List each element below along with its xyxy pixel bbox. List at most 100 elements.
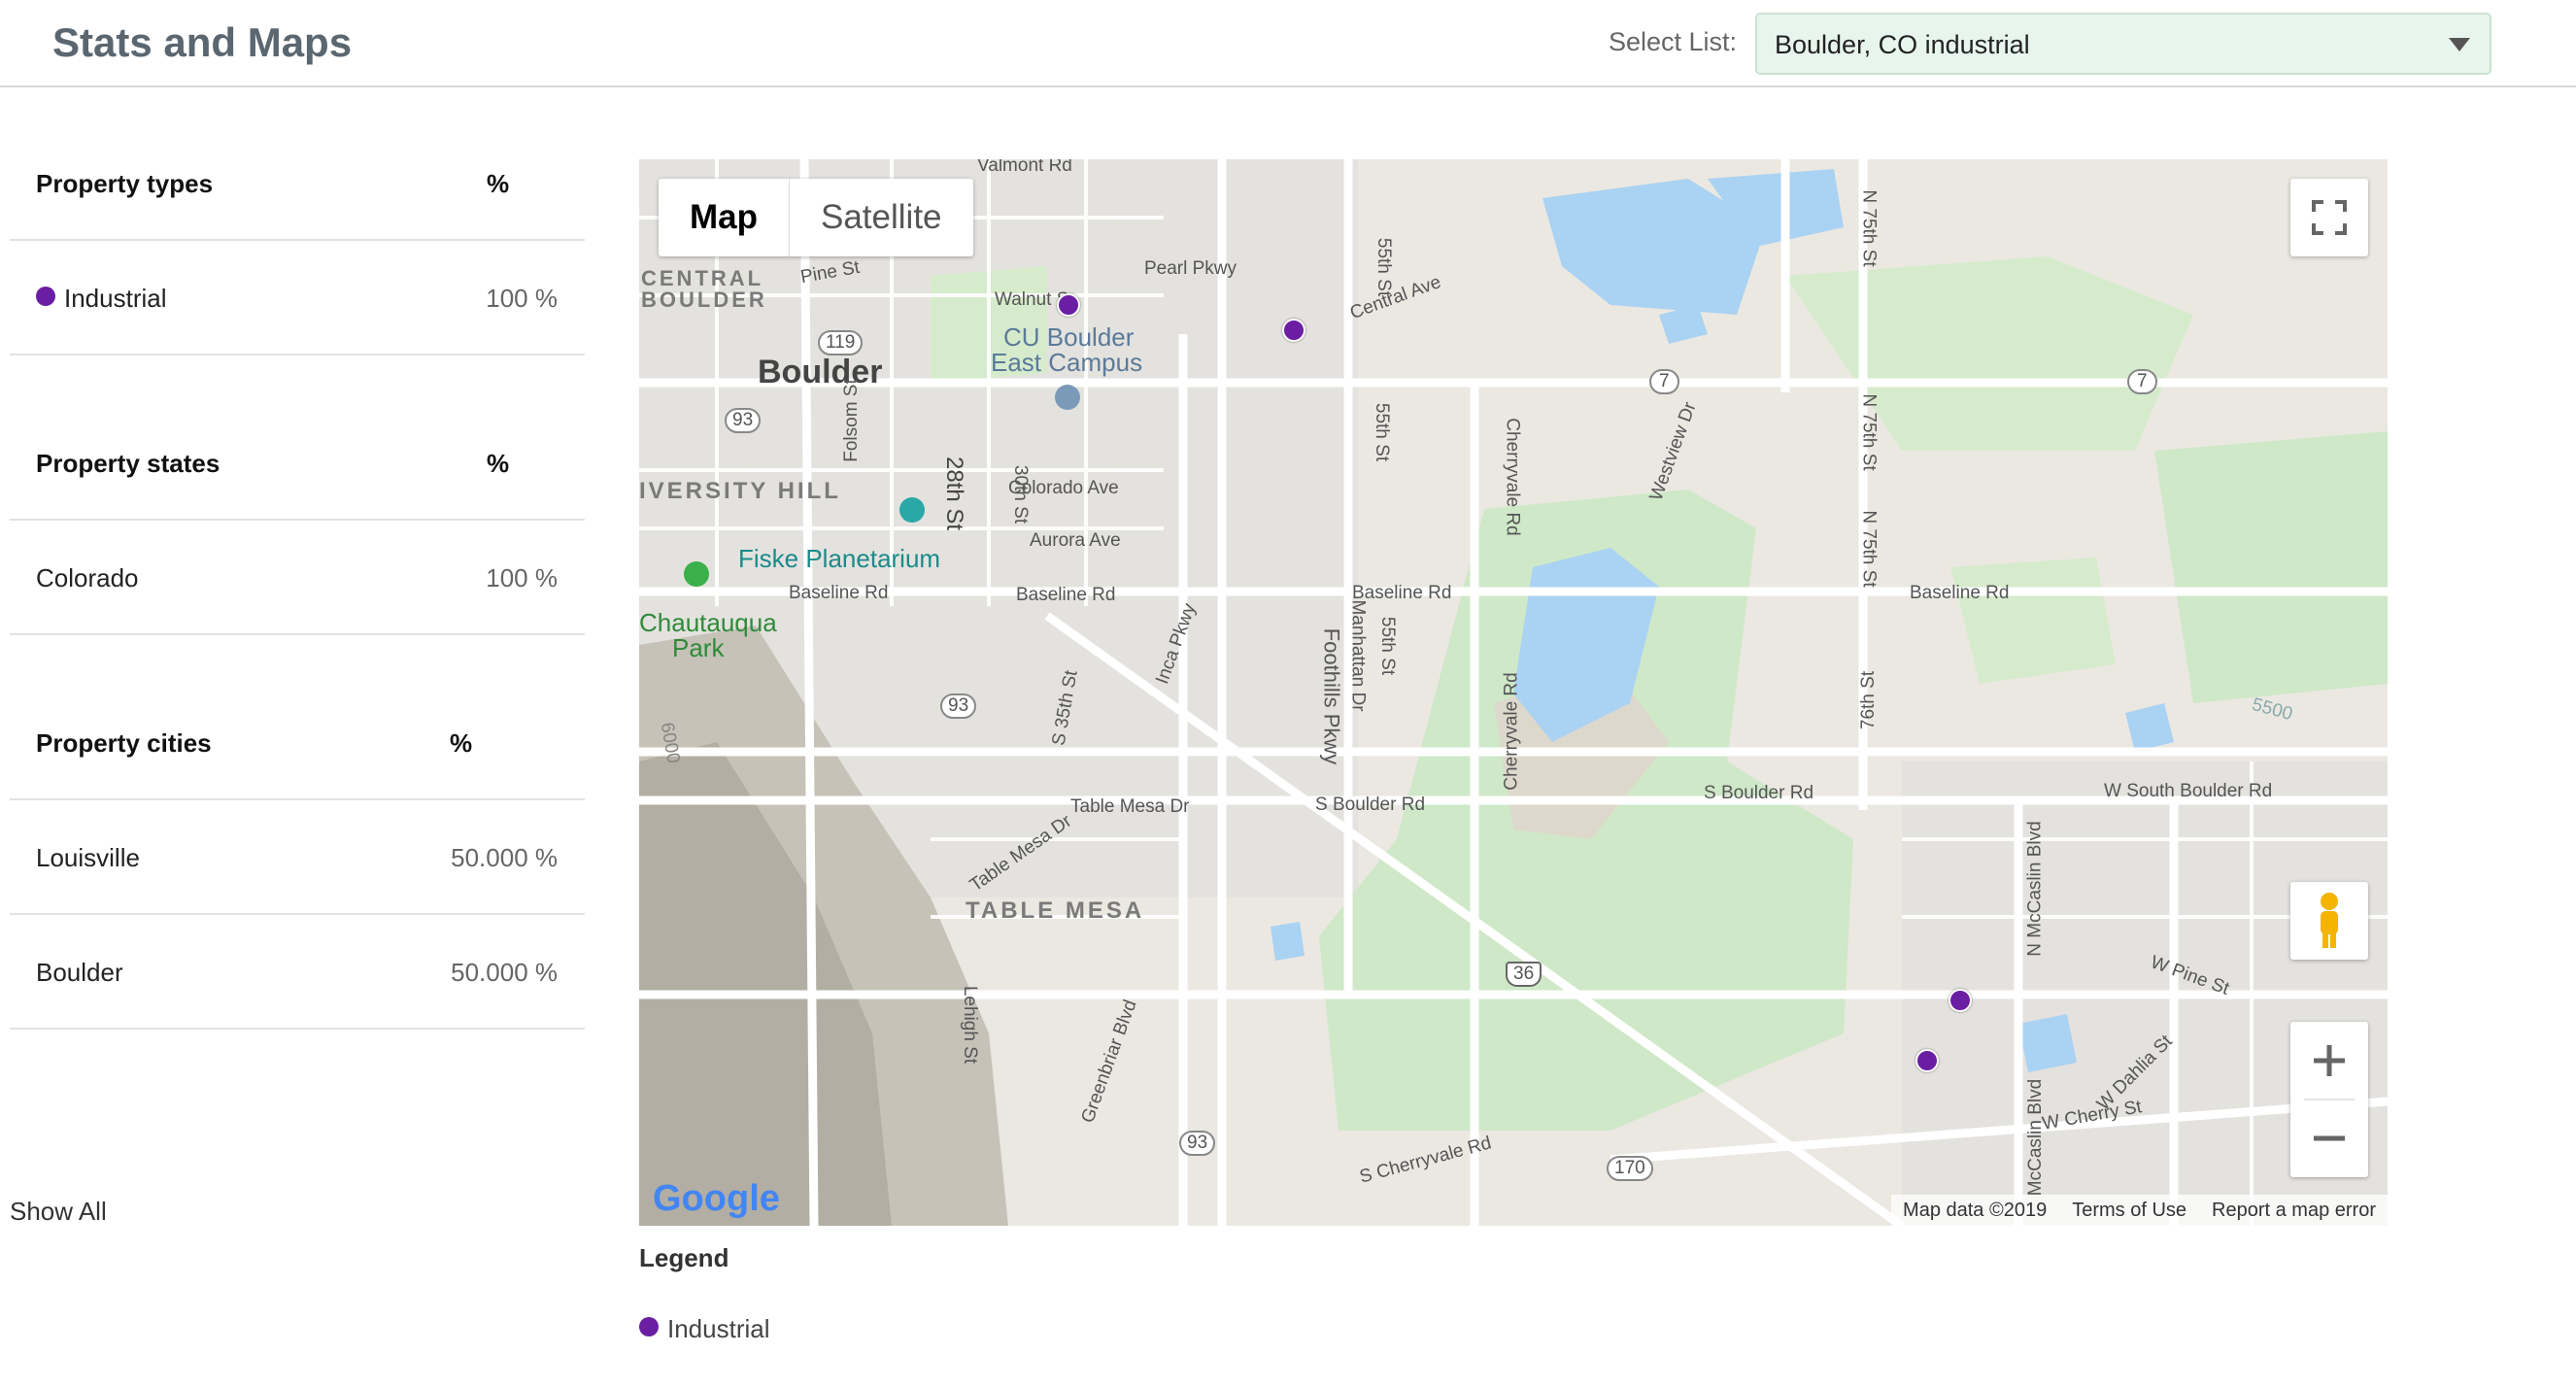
map-label-valmont-rd: Valmont Rd <box>977 159 1072 176</box>
row-label-text: Industrial <box>64 284 167 313</box>
zoom-out-button[interactable] <box>2290 1099 2368 1177</box>
map-label-55th-st: 55th St <box>1377 616 1399 676</box>
map-label-fiske-planetarium: Fiske Planetarium <box>738 544 941 573</box>
terms-of-use-link[interactable]: Terms of Use <box>2072 1195 2186 1226</box>
planetarium-icon <box>899 497 925 523</box>
table-row: Boulder 50.000 % <box>10 915 585 1030</box>
legend-item-label: Industrial <box>667 1314 770 1343</box>
park-icon <box>684 561 709 587</box>
header-bar: Stats and Maps Select List: Boulder, CO … <box>0 0 2576 87</box>
map-label-cherryvale-rd: Cherryvale Rd <box>1501 672 1522 791</box>
route-93-shield: 93 <box>940 694 977 719</box>
table-row: Colorado 100 % <box>10 521 585 635</box>
header-percent: % <box>487 449 510 478</box>
select-list-label: Select List: <box>1609 27 1738 56</box>
table-row: Industrial 100 % <box>10 241 585 355</box>
map-label-n-mccaslin-blvd: N McCaslin Blvd <box>2024 821 2046 957</box>
header-percent: % <box>450 728 473 758</box>
map-label-s-boulder-rd: S Boulder Rd <box>1315 795 1426 815</box>
map-label-w-south-boulder-rd: W South Boulder Rd <box>2104 781 2273 801</box>
map-label-folsom-st: Folsom St <box>840 379 862 462</box>
map-label-s-boulder-rd: S Boulder Rd <box>1704 783 1814 803</box>
map-data-text: Map data ©2019 <box>1903 1200 2048 1221</box>
fullscreen-icon <box>2312 200 2347 235</box>
map-canvas[interactable]: Boulder CU Boulder East Campus CENTRAL B… <box>639 159 2388 1226</box>
row-label: Colorado <box>36 563 139 592</box>
legend-title: Legend <box>639 1243 729 1272</box>
map-label-30th-st: 30th St <box>1010 464 1032 524</box>
row-label: Industrial <box>36 284 167 314</box>
map-type-control: Map Satellite <box>659 179 973 256</box>
zoom-in-button[interactable] <box>2290 1022 2368 1099</box>
map-label-table-mesa-dr: Table Mesa Dr <box>1070 796 1190 817</box>
table-row: Louisville 50.000 % <box>10 800 585 915</box>
map-label-aurora-ave: Aurora Ave <box>1030 530 1121 551</box>
map-label-baseline-rd: Baseline Rd <box>1016 585 1116 605</box>
map-type-map-button[interactable]: Map <box>659 179 790 256</box>
map-label-baseline-rd: Baseline Rd <box>1910 583 2010 603</box>
property-marker[interactable] <box>1057 293 1080 317</box>
row-label: Louisville <box>36 843 140 872</box>
row-label: Boulder <box>36 958 123 987</box>
row-value: 100 % <box>486 284 558 313</box>
pegman-icon <box>2321 893 2338 948</box>
map-label-baseline-rd: Baseline Rd <box>789 583 889 603</box>
university-icon <box>1055 385 1080 410</box>
map-label-28th-st: 28th St <box>941 456 968 531</box>
industrial-dot-icon <box>36 287 55 306</box>
google-logo: Google <box>653 1178 780 1220</box>
select-list-dropdown[interactable]: Boulder, CO industrial <box>1755 13 2491 75</box>
table-header: Property cities % <box>10 684 585 800</box>
map-label-76th-st: 76th St <box>1858 670 1880 730</box>
header-label: Property types <box>36 169 214 198</box>
minus-icon <box>2314 1135 2345 1141</box>
property-types-table: Property types % Industrial 100 % <box>10 124 585 355</box>
header-percent: % <box>487 169 510 198</box>
row-value: 50.000 % <box>451 958 558 987</box>
google-logo-text: Google <box>653 1178 780 1219</box>
route-170-shield: 170 <box>1607 1156 1653 1181</box>
map-attribution: Map data ©2019 Terms of Use Report a map… <box>1891 1195 2388 1226</box>
plus-icon <box>2314 1045 2345 1076</box>
map-label-foothills-pkwy: Foothills Pkwy <box>1319 627 1344 765</box>
industrial-dot-icon <box>639 1317 659 1336</box>
map-label-university-hill: IVERSITY HILL <box>639 478 841 504</box>
route-93-shield: 93 <box>725 408 762 433</box>
map-label-boulder: Boulder <box>758 354 883 390</box>
property-states-table: Property states % Colorado 100 % <box>10 404 585 635</box>
table-header: Property states % <box>10 404 585 521</box>
show-all-link[interactable]: Show All <box>10 1197 107 1227</box>
map-label-55th-st: 55th St <box>1373 237 1395 297</box>
map-label-n-75th-st: N 75th St <box>1858 393 1880 471</box>
property-cities-table: Property cities % Louisville 50.000 % Bo… <box>10 684 585 1030</box>
report-map-error-link[interactable]: Report a map error <box>2212 1195 2376 1226</box>
map-type-satellite-button[interactable]: Satellite <box>790 179 973 256</box>
route-119-shield: 119 <box>818 330 864 355</box>
route-36-shield: 36 <box>1506 962 1542 987</box>
map-label-lehigh-st: Lehigh St <box>960 985 981 1065</box>
map-label-n-75th-st: N 75th St <box>1858 510 1880 588</box>
map-label-pearl-pkwy: Pearl Pkwy <box>1144 258 1237 279</box>
map-label-manhattan-dr: Manhattan Dr <box>1347 599 1369 712</box>
map-label-cherryvale-rd: Cherryvale Rd <box>1502 418 1523 536</box>
map-label-n-75th-st: N 75th St <box>1858 189 1880 267</box>
map-label-park: Park <box>672 633 725 662</box>
property-marker[interactable] <box>1949 989 1972 1012</box>
map-label-table-mesa: TABLE MESA <box>966 897 1145 924</box>
fullscreen-button[interactable] <box>2290 179 2368 256</box>
map-label-mccaslin-blvd: McCaslin Blvd <box>2025 1078 2047 1197</box>
property-marker[interactable] <box>1282 319 1305 342</box>
table-header: Property types % <box>10 124 585 241</box>
legend-item: Industrial <box>639 1314 770 1344</box>
route-7-shield: 7 <box>1649 369 1679 394</box>
header-label: Property states <box>36 449 220 478</box>
map-label-east-campus: East Campus <box>991 348 1143 377</box>
zoom-control <box>2290 1022 2368 1177</box>
chevron-down-icon[interactable] <box>2449 38 2470 51</box>
property-marker[interactable] <box>1915 1049 1939 1072</box>
row-value: 50.000 % <box>451 843 558 872</box>
header-label: Property cities <box>36 728 212 758</box>
row-value: 100 % <box>486 563 558 592</box>
page-title: Stats and Maps <box>52 19 353 65</box>
street-view-pegman[interactable] <box>2290 882 2368 960</box>
